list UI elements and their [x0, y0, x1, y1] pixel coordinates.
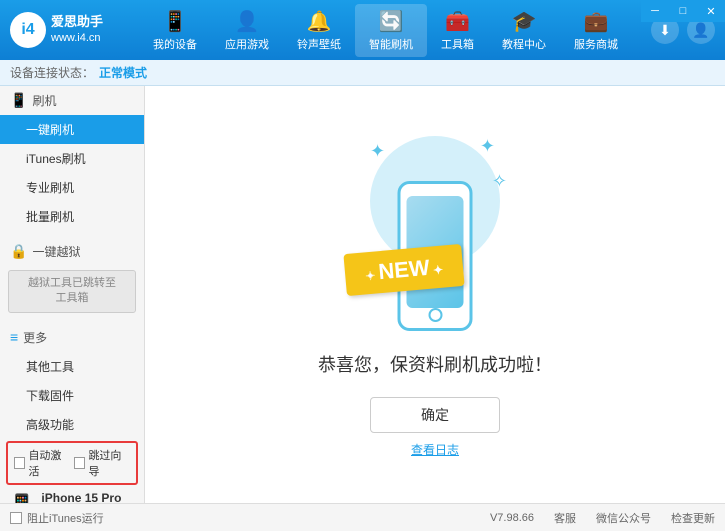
nav-ringtone[interactable]: 🔔 铃声壁纸 [283, 4, 355, 57]
footer-right: V7.98.66 客服 微信公众号 检查更新 [490, 510, 715, 526]
toolbox-icon: 🧰 [445, 9, 470, 34]
nav-toolbox[interactable]: 🧰 工具箱 [427, 4, 488, 57]
more-icon: ≡ [10, 329, 18, 345]
main-layout: 📱 刷机 一键刷机 iTunes刷机 专业刷机 批量刷机 🔒 一键越狱 越狱工具… [0, 86, 725, 503]
sidebar-item-advanced[interactable]: 高级功能 [0, 410, 144, 439]
footer-customer-service[interactable]: 客服 [554, 510, 576, 526]
tutorial-icon: 🎓 [512, 9, 537, 34]
guide-repair-checkbox[interactable] [74, 457, 85, 469]
sidebar-disabled-notice: 越狱工具已跳转至工具箱 [8, 270, 136, 313]
confirm-button[interactable]: 确定 [370, 397, 500, 433]
sidebar-section-more[interactable]: ≡ 更多 [0, 323, 144, 352]
minimize-button[interactable]: ─ [641, 0, 669, 22]
sparkle-2: ✦ [480, 136, 495, 157]
sidebar-section-flash[interactable]: 📱 刷机 [0, 86, 144, 115]
itunes-label: 阻止iTunes运行 [27, 510, 104, 526]
logo-text: 爱思助手 www.i4.cn [51, 14, 103, 45]
nav-smart-flash[interactable]: 🔄 智能刷机 [355, 4, 427, 57]
close-button[interactable]: ✕ [697, 0, 725, 22]
smart-flash-icon: 🔄 [379, 9, 404, 34]
sidebar-item-one-key-flash[interactable]: 一键刷机 [0, 115, 144, 144]
footer-left: 阻止iTunes运行 [10, 510, 104, 526]
logo: i4 爱思助手 www.i4.cn [10, 12, 120, 48]
device-phone-icon: 📱 [8, 493, 35, 503]
apps-games-icon: 👤 [235, 9, 260, 34]
app-header: i4 爱思助手 www.i4.cn 📱 我的设备 👤 应用游戏 🔔 铃声壁纸 🔄… [0, 0, 725, 60]
sidebar-item-batch-flash[interactable]: 批量刷机 [0, 202, 144, 231]
auto-activate-checkbox[interactable] [14, 457, 25, 469]
nav-service[interactable]: 💼 服务商城 [560, 4, 632, 57]
window-controls: ─ □ ✕ [641, 0, 725, 22]
itunes-checkbox[interactable] [10, 512, 22, 524]
sidebar-item-other-tools[interactable]: 其他工具 [0, 352, 144, 381]
auto-activate-row: 自动激活 跳过向导 [6, 441, 138, 485]
status-bar: 设备连接状态： 正常模式 [0, 60, 725, 86]
sidebar-section-jailbreak: 🔒 一键越狱 [0, 237, 144, 266]
footer-check-update[interactable]: 检查更新 [671, 510, 715, 526]
maximize-button[interactable]: □ [669, 0, 697, 22]
sidebar-item-pro-flash[interactable]: 专业刷机 [0, 173, 144, 202]
guide-repair-checkbox-label[interactable]: 跳过向导 [74, 447, 130, 479]
main-nav: 📱 我的设备 👤 应用游戏 🔔 铃声壁纸 🔄 智能刷机 🧰 工具箱 🎓 教程中心… [120, 4, 651, 57]
sparkle-1: ✦ [370, 141, 385, 162]
auto-activate-checkbox-label[interactable]: 自动激活 [14, 447, 70, 479]
lock-icon: 🔒 [10, 243, 27, 260]
sidebar-item-download-firmware[interactable]: 下载固件 [0, 381, 144, 410]
success-message: 恭喜您，保资料刷机成功啦！ [318, 351, 552, 377]
sidebar-item-itunes-flash[interactable]: iTunes刷机 [0, 144, 144, 173]
device-info: iPhone 15 Pro Max 512GB iPhone [41, 491, 136, 503]
logo-circle: i4 [10, 12, 46, 48]
success-illustration: ✦ ✦ ✧ NEW [355, 131, 515, 331]
nav-my-device[interactable]: 📱 我的设备 [139, 4, 211, 57]
my-device-icon: 📱 [163, 9, 188, 34]
sparkle-3: ✧ [492, 171, 507, 192]
device-name: iPhone 15 Pro Max [41, 491, 136, 503]
ringtone-icon: 🔔 [307, 9, 332, 34]
nav-tutorial[interactable]: 🎓 教程中心 [488, 4, 560, 57]
footer-wechat[interactable]: 微信公众号 [596, 510, 651, 526]
version-label: V7.98.66 [490, 512, 534, 524]
main-content: ✦ ✦ ✧ NEW 恭喜您，保资料刷机成功啦！ 确定 查看日志 [145, 86, 725, 503]
flash-section-icon: 📱 [10, 92, 27, 109]
sidebar: 📱 刷机 一键刷机 iTunes刷机 专业刷机 批量刷机 🔒 一键越狱 越狱工具… [0, 86, 145, 503]
device-entry: 📱 iPhone 15 Pro Max 512GB iPhone [0, 487, 144, 503]
nav-apps-games[interactable]: 👤 应用游戏 [211, 4, 283, 57]
service-icon: 💼 [584, 9, 609, 34]
phone-button [428, 308, 442, 322]
log-link[interactable]: 查看日志 [411, 441, 459, 458]
